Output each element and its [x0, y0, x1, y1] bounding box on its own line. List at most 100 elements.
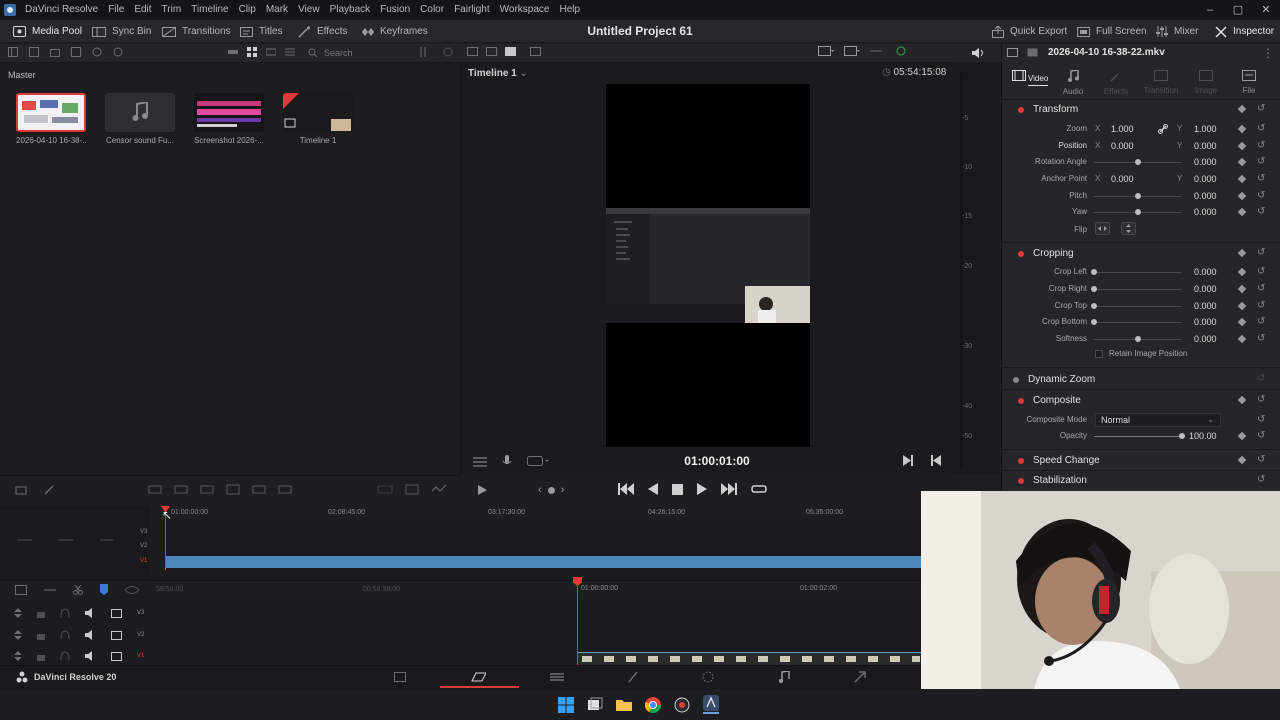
audio-scrub-icon[interactable]: [125, 584, 139, 595]
reset-icon[interactable]: ↺: [1257, 266, 1265, 277]
filmstrip-view-icon[interactable]: [266, 47, 276, 57]
volume-icon[interactable]: [972, 48, 984, 58]
keyframes-button[interactable]: Keyframes: [362, 20, 428, 43]
refresh-icon[interactable]: [443, 47, 453, 57]
file-explorer-icon[interactable]: [616, 697, 632, 713]
auto-select-icon[interactable]: [60, 651, 70, 661]
next-frame-icon[interactable]: [903, 455, 913, 466]
lock-icon[interactable]: [37, 630, 45, 640]
auto-select-icon[interactable]: [60, 630, 70, 640]
metadata-view-icon[interactable]: [228, 47, 238, 57]
video-frame[interactable]: [606, 84, 810, 447]
menu-timeline[interactable]: Timeline: [186, 0, 233, 20]
menu-help[interactable]: Help: [554, 0, 585, 20]
zoom-detail-icon[interactable]: [405, 483, 419, 495]
softness-slider-knob[interactable]: [1135, 336, 1141, 342]
timeline-view-icon[interactable]: [505, 47, 516, 56]
reset-icon[interactable]: ↺: [1257, 394, 1265, 405]
trim-mode-icon[interactable]: [475, 484, 491, 496]
menu-workspace[interactable]: Workspace: [495, 0, 555, 20]
menu-fusion[interactable]: Fusion: [375, 0, 415, 20]
menu-clip[interactable]: Clip: [234, 0, 261, 20]
bypass-icon[interactable]: [870, 46, 886, 56]
source-overwrite-icon[interactable]: [278, 483, 292, 495]
speaker-icon[interactable]: [85, 608, 96, 618]
play-icon[interactable]: [697, 483, 707, 495]
monitor-icon[interactable]: [111, 608, 122, 618]
dynamic-zoom-section-header[interactable]: Dynamic Zoom: [1001, 370, 1280, 389]
sidebar-toggle-icon[interactable]: [8, 47, 18, 57]
fusion-page-icon[interactable]: [628, 671, 638, 683]
reset-icon[interactable]: ↺: [1257, 173, 1265, 184]
enable-toggle[interactable]: [1018, 457, 1024, 464]
edit-page-icon[interactable]: [550, 672, 564, 682]
tag-icon[interactable]: [113, 47, 123, 57]
place-on-top-icon[interactable]: [252, 483, 266, 495]
snap-icon[interactable]: [44, 584, 56, 595]
crop-top-value[interactable]: 0.000: [1194, 298, 1217, 314]
reset-icon[interactable]: ↺: [1257, 474, 1265, 485]
timeline-selector[interactable]: Timeline 1 ⌄: [468, 68, 528, 79]
crop-right-slider-knob[interactable]: [1091, 286, 1097, 292]
task-view-icon[interactable]: [587, 697, 603, 713]
fairlight-page-icon[interactable]: [778, 671, 790, 683]
reset-icon[interactable]: ↺: [1257, 300, 1265, 311]
anchor-x-value[interactable]: 0.000: [1111, 171, 1134, 187]
audio-waveform-icon[interactable]: [527, 455, 551, 467]
close-up-icon[interactable]: [226, 483, 240, 495]
tab-effects[interactable]: Effects: [1094, 70, 1138, 96]
snapping-icon[interactable]: [59, 535, 73, 545]
render-cache-icon[interactable]: [896, 46, 906, 56]
reset-icon[interactable]: ↺: [1257, 123, 1265, 134]
transform-overlay-icon[interactable]: [844, 46, 860, 56]
append-icon[interactable]: [174, 483, 188, 495]
jog-control[interactable]: ‹ ›: [538, 484, 564, 496]
menu-color[interactable]: Color: [415, 0, 449, 20]
reset-icon[interactable]: ↺: [1257, 283, 1265, 294]
reset-icon[interactable]: ↺: [1257, 190, 1265, 201]
media-pool-button[interactable]: Media Pool: [13, 20, 82, 43]
move-track-icon[interactable]: [14, 630, 22, 640]
chevron-right-icon[interactable]: ›: [561, 484, 565, 496]
sync-bin-button[interactable]: Sync Bin: [92, 20, 151, 43]
blade-tool-icon[interactable]: [43, 483, 55, 495]
scissors-icon[interactable]: [73, 584, 83, 595]
skip-to-end-icon[interactable]: [721, 483, 737, 495]
thumbnail-view-icon[interactable]: [247, 47, 257, 57]
safe-area-icon[interactable]: [818, 46, 834, 56]
chevron-left-icon[interactable]: ‹: [538, 484, 542, 496]
crop-left-slider-knob[interactable]: [1091, 269, 1097, 275]
enable-toggle[interactable]: [1013, 376, 1019, 383]
menu-view[interactable]: View: [293, 0, 325, 20]
sort-icon[interactable]: [418, 47, 428, 57]
grid-view-icon[interactable]: [530, 47, 541, 56]
audio-track-icon[interactable]: [100, 535, 114, 545]
media-clip[interactable]: Screenshot 2026-...: [194, 93, 264, 145]
media-clip[interactable]: 2026-04-10 16-38-...: [16, 93, 86, 145]
rotation-slider-knob[interactable]: [1135, 159, 1141, 165]
microphone-icon[interactable]: [501, 455, 513, 467]
flip-horizontal-icon[interactable]: [1095, 222, 1110, 235]
crop-bottom-slider-knob[interactable]: [1091, 319, 1097, 325]
crop-bottom-value[interactable]: 0.000: [1194, 314, 1217, 330]
smart-insert-icon[interactable]: [148, 483, 162, 495]
position-x-value[interactable]: 0.000: [1111, 138, 1134, 154]
yaw-slider-knob[interactable]: [1135, 209, 1141, 215]
reset-icon[interactable]: ↺: [1257, 414, 1265, 425]
menu-file[interactable]: File: [103, 0, 129, 20]
opacity-slider-knob[interactable]: [1179, 433, 1185, 439]
softness-value[interactable]: 0.000: [1194, 331, 1217, 347]
minimize-icon[interactable]: –: [1196, 0, 1224, 20]
monitor-icon[interactable]: [111, 630, 122, 640]
opacity-value[interactable]: 100.00: [1189, 428, 1217, 444]
zoom-custom-icon[interactable]: [431, 483, 447, 495]
zoom-y-value[interactable]: 1.000: [1194, 121, 1217, 137]
tab-file[interactable]: File: [1227, 70, 1271, 95]
list-view-icon[interactable]: [285, 47, 295, 57]
media-clip[interactable]: Timeline 1: [283, 93, 353, 145]
import-media-icon[interactable]: [29, 47, 39, 57]
chrome-icon[interactable]: [645, 696, 661, 713]
speaker-icon[interactable]: [85, 630, 96, 640]
reset-icon[interactable]: ↺: [1257, 454, 1265, 465]
reset-icon[interactable]: ↺: [1257, 247, 1265, 258]
